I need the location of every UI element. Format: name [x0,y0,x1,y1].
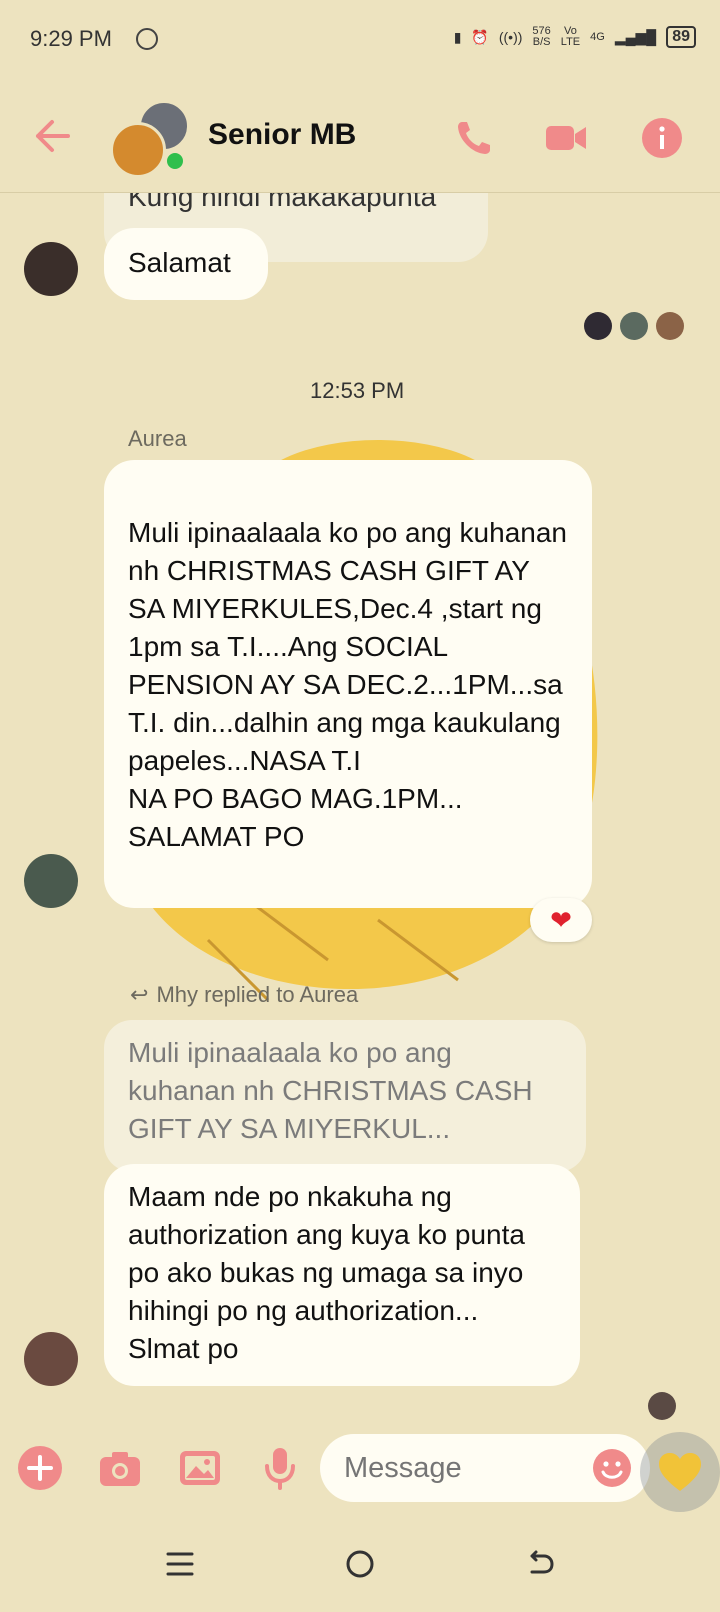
network-indicator: 4G [590,30,605,43]
back-nav-icon[interactable] [518,1542,562,1586]
sender-avatar-mhy[interactable] [24,1332,78,1386]
sender-avatar-aurea[interactable] [24,854,78,908]
home-icon[interactable] [338,1542,382,1586]
status-time: 9:29 PM [30,26,112,51]
info-button-icon[interactable] [640,116,684,160]
emoji-icon[interactable] [592,1448,632,1488]
net-speed: 576 B/S [532,25,551,48]
signal-icon: ▂▄▆█ [614,28,657,45]
read-receipt-avatar [620,312,648,340]
reply-indicator: ↩ Mhy replied to Aurea [130,982,359,1007]
message-bubble-salamat[interactable]: Salamat [104,228,268,300]
message-bubble-mhy[interactable]: Maam nde po nkakuha ng authorization ang… [104,1164,580,1386]
messenger-notification-icon [136,28,158,50]
gallery-icon[interactable] [176,1444,224,1492]
heart-send-button[interactable] [640,1432,720,1512]
phone-icon[interactable] [452,116,496,160]
volte-indicator: Vo LTE [560,25,581,48]
read-receipt-avatar [584,312,612,340]
message-timestamp: 12:53 PM [310,378,405,403]
camera-icon[interactable] [96,1444,144,1492]
vibrate-icon: ▮ [453,28,462,45]
back-button[interactable] [32,118,72,154]
plus-icon[interactable] [16,1444,64,1492]
status-icons: ▮ ⏰ ((•)) 576 B/S Vo LTE 4G ▂▄▆█ 89 [454,26,696,48]
sender-avatar[interactable] [24,242,78,296]
heart-icon: ❤ [550,904,572,935]
reaction-badge[interactable]: ❤ [530,898,592,942]
group-avatar-primary-top[interactable] [110,122,166,178]
read-receipt-avatar [648,1392,676,1420]
quoted-message[interactable]: Muli ipinaalaala ko po ang kuhanan nh CH… [104,1020,586,1172]
video-icon[interactable] [544,116,588,160]
battery-indicator: 89 [666,26,696,48]
alarm-icon: ⏰ [471,28,489,45]
reply-arrow-icon: ↩ [130,982,149,1007]
sender-name: Aurea [128,426,187,451]
message-bubble-aurea[interactable]: Muli ipinaalaala ko po ang kuhanan nh CH… [104,460,592,908]
online-dot-top [164,150,186,172]
read-receipt-avatar [656,312,684,340]
recent-apps-icon[interactable] [158,1542,202,1586]
yellow-heart-icon [659,1453,701,1491]
hotspot-icon: ((•)) [498,29,523,45]
chat-title-top[interactable]: Senior MB [208,118,356,152]
microphone-icon[interactable] [256,1444,304,1492]
